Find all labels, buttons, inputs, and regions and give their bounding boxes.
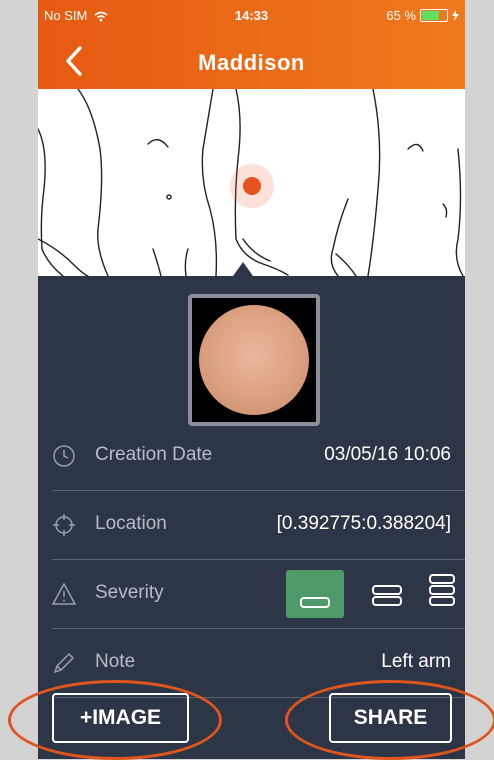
battery-icon xyxy=(420,9,448,22)
severity-low-button[interactable] xyxy=(286,570,344,618)
highlight-ellipse-add-image xyxy=(8,680,222,760)
phone-screen: No SIM 14:33 65 % Maddison Creation Date… xyxy=(38,0,465,759)
nav-bar: Maddison xyxy=(38,40,465,84)
lesion-marker[interactable] xyxy=(243,177,261,195)
note-value: Left arm xyxy=(381,651,451,672)
status-bar: No SIM 14:33 65 % xyxy=(38,6,465,28)
location-value: [0.392775:0.388204] xyxy=(276,513,451,534)
charging-icon xyxy=(452,10,459,21)
severity-label: Severity xyxy=(95,582,164,603)
severity-row: Severity xyxy=(52,560,465,629)
page-title: Maddison xyxy=(198,50,305,75)
highlight-ellipse-share xyxy=(285,680,494,760)
location-row: Location [0.392775:0.388204] xyxy=(52,491,465,560)
location-label: Location xyxy=(95,513,167,534)
note-label: Note xyxy=(95,651,136,672)
crosshair-icon xyxy=(53,514,75,536)
creation-date-label: Creation Date xyxy=(95,444,213,465)
warning-icon xyxy=(52,582,76,605)
pencil-icon xyxy=(53,652,75,674)
clock-icon xyxy=(53,445,75,467)
app-header: No SIM 14:33 65 % Maddison xyxy=(38,0,465,89)
lesion-image-thumbnail[interactable] xyxy=(188,294,320,426)
severity-medium-button[interactable] xyxy=(358,570,416,618)
creation-date-row: Creation Date 03/05/16 10:06 xyxy=(52,422,465,491)
battery-status: 65 % xyxy=(386,8,459,23)
severity-high-button[interactable] xyxy=(413,570,465,618)
creation-date-value: 03/05/16 10:06 xyxy=(324,444,451,465)
panel-pointer xyxy=(233,262,253,276)
dermoscopy-image xyxy=(199,305,309,415)
battery-percent: 65 % xyxy=(386,8,416,23)
body-map[interactable] xyxy=(38,89,465,276)
